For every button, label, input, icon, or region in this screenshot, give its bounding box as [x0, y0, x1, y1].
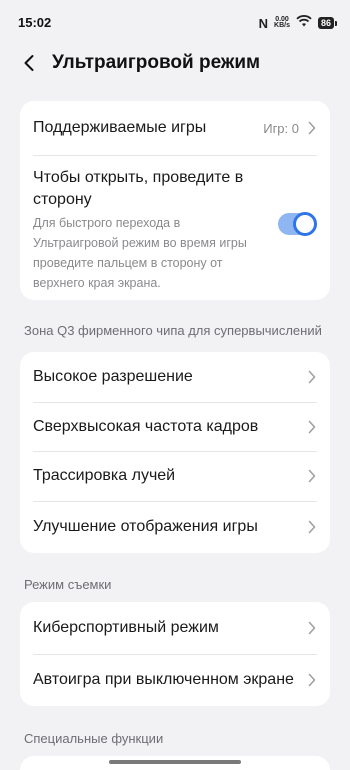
- swipe-description: Для быстрого перехода в Ультраигровой ре…: [33, 216, 247, 290]
- swipe-open-row[interactable]: Чтобы открыть, проведите в сторону Для б…: [20, 155, 330, 300]
- game-settings-card: Поддерживаемые игры Игр: 0 Чтобы открыть…: [20, 101, 330, 300]
- nfc-icon: N: [258, 15, 269, 31]
- header: Ультраигровой режим: [0, 44, 350, 84]
- swipe-toggle[interactable]: [278, 212, 317, 236]
- list-item-label: Улучшение отображения игры: [33, 518, 258, 535]
- chevron-right-icon: [307, 520, 317, 534]
- list-item-high-resolution[interactable]: Высокое разрешение: [20, 352, 330, 402]
- swipe-title: Чтобы открыть, проведите в сторону: [33, 169, 244, 208]
- network-speed: 0.00 KB/s: [274, 16, 290, 29]
- supported-games-row[interactable]: Поддерживаемые игры Игр: 0: [20, 101, 330, 155]
- chevron-right-icon: [307, 469, 317, 483]
- home-indicator[interactable]: [109, 760, 241, 764]
- chevron-right-icon: [307, 621, 317, 635]
- chevron-right-icon: [307, 673, 317, 687]
- status-time: 15:02: [18, 15, 52, 30]
- list-item-game-display[interactable]: Улучшение отображения игры: [20, 501, 330, 553]
- list-item-label: Высокое разрешение: [33, 368, 193, 385]
- supported-games-value: Игр: 0: [263, 120, 299, 136]
- status-bar: 15:02 N 0.00 KB/s 86: [0, 0, 350, 44]
- q3-card: Высокое разрешение Сверхвысокая частота …: [20, 352, 330, 553]
- page-title: Ультраигровой режим: [52, 52, 261, 73]
- swipe-text-block: Чтобы открыть, проведите в сторону Для б…: [33, 167, 269, 293]
- status-icons: N 0.00 KB/s 86: [258, 14, 338, 32]
- chevron-right-icon: [307, 370, 317, 384]
- list-item-high-frame-rate[interactable]: Сверхвысокая частота кадров: [20, 402, 330, 451]
- section-title-shooting: Режим съемки: [24, 577, 112, 592]
- battery-icon: 86: [317, 17, 338, 29]
- list-item-label: Киберспортивный режим: [33, 619, 219, 636]
- supported-games-label: Поддерживаемые игры: [33, 119, 207, 136]
- wifi-icon: [296, 14, 312, 32]
- list-item-label: Сверхвысокая частота кадров: [33, 417, 259, 435]
- list-item-ray-tracing[interactable]: Трассировка лучей: [20, 451, 330, 501]
- back-arrow-icon[interactable]: [18, 52, 40, 74]
- section-title-special: Специальные функции: [24, 731, 164, 746]
- list-item-label: Трассировка лучей: [33, 467, 176, 484]
- list-item-auto-play-screen-off[interactable]: Автоигра при выключенном экране: [20, 654, 330, 706]
- chevron-right-icon: [307, 121, 317, 135]
- toggle-knob: [293, 212, 317, 236]
- chevron-right-icon: [307, 420, 317, 434]
- list-item-esports-mode[interactable]: Киберспортивный режим: [20, 602, 330, 654]
- speed-unit: KB/s: [274, 22, 290, 29]
- section-title-q3: Зона Q3 фирменного чипа для супервычисле…: [24, 323, 322, 338]
- list-item-label: Автоигра при выключенном экране: [33, 671, 294, 688]
- shooting-card: Киберспортивный режим Автоигра при выклю…: [20, 602, 330, 706]
